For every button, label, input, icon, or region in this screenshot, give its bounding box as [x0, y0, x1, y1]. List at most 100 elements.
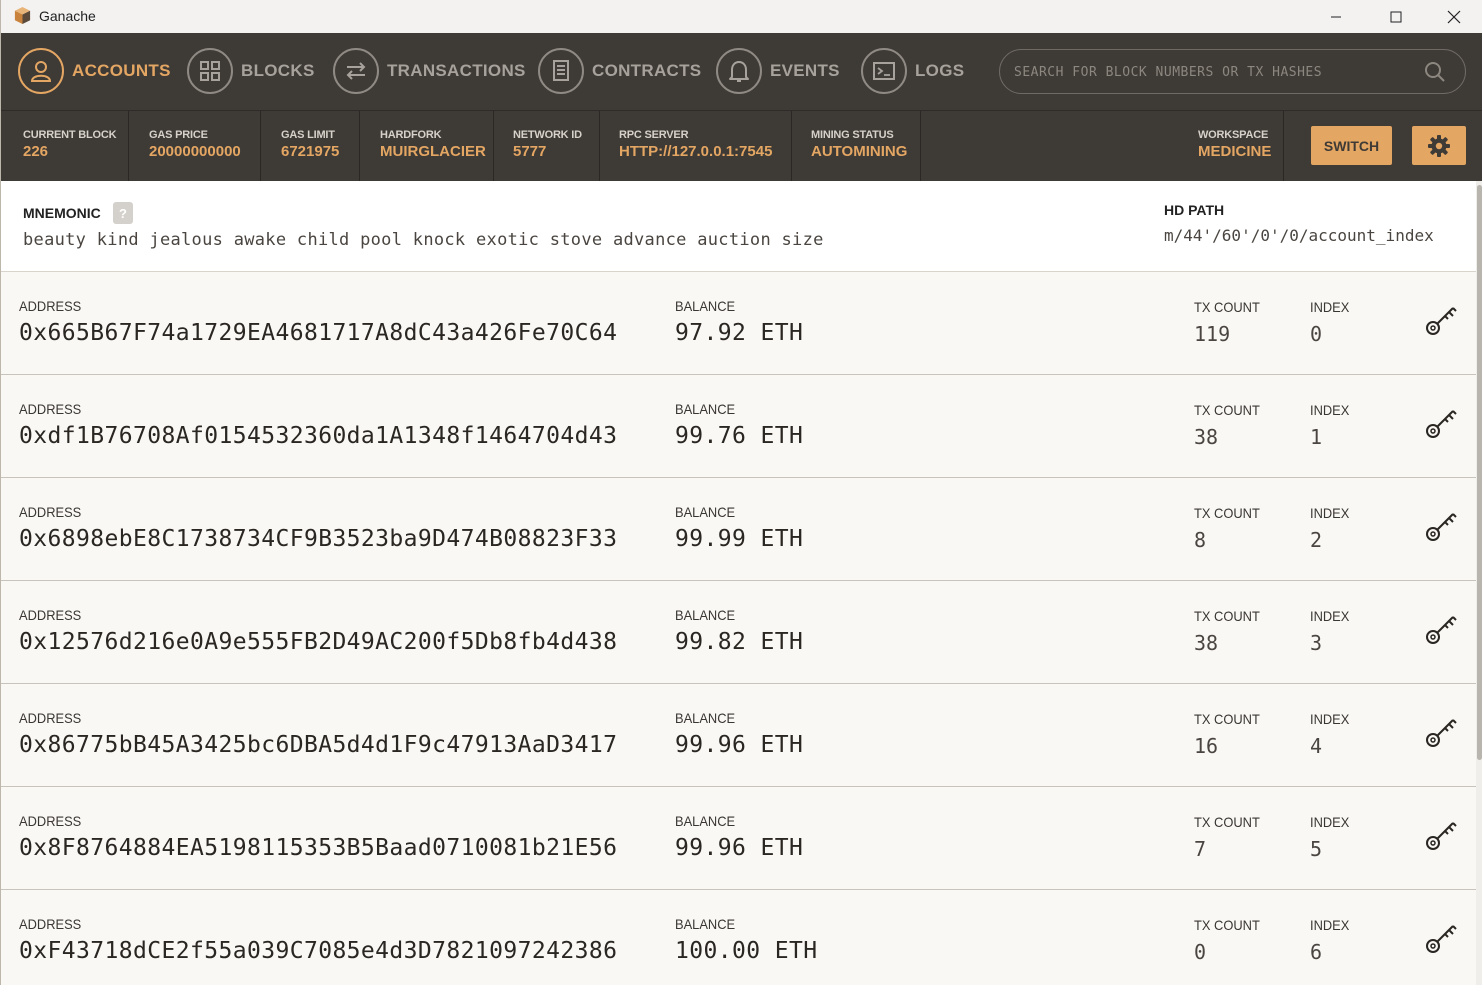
nav-blocks-label: BLOCKS	[241, 61, 315, 80]
index-label: INDEX	[1310, 711, 1350, 727]
nav-transactions-label: TRANSACTIONS	[387, 61, 526, 80]
balance-label: BALANCE	[675, 710, 736, 726]
stat-value: MEDICINE	[1198, 143, 1272, 160]
key-icon[interactable]	[1423, 509, 1459, 545]
stat-label: HARDFORK	[380, 129, 442, 141]
scrollbar-thumb[interactable]	[1477, 185, 1482, 760]
tx-count-label: TX COUNT	[1194, 505, 1260, 521]
key-icon[interactable]	[1423, 921, 1459, 957]
minimize-icon	[1331, 16, 1341, 17]
account-balance: 97.92 ETH	[675, 320, 804, 346]
help-icon[interactable]: ?	[113, 202, 133, 224]
address-label: ADDRESS	[19, 916, 82, 932]
mnemonic-words: beauty kind jealous awake child pool kno…	[23, 230, 824, 250]
account-row[interactable]: ADDRESS 0xF43718dCE2f55a039C7085e4d3D782…	[1, 890, 1476, 985]
tx-count-label: TX COUNT	[1194, 299, 1260, 315]
nav-contracts-label: CONTRACTS	[592, 61, 702, 80]
account-address: 0xdf1B76708Af0154532360da1A1348f1464704d…	[19, 423, 618, 449]
ganache-logo-icon	[14, 6, 31, 25]
stat-value: AUTOMINING	[811, 143, 908, 160]
account-balance: 99.96 ETH	[675, 732, 804, 758]
stat-value: 20000000000	[149, 143, 241, 160]
account-address: 0x86775bB45A3425bc6DBA5d4d1F9c47913AaD34…	[19, 732, 618, 758]
address-label: ADDRESS	[19, 813, 82, 829]
account-row[interactable]: ADDRESS 0x86775bB45A3425bc6DBA5d4d1F9c47…	[1, 684, 1476, 787]
account-row[interactable]: ADDRESS 0xdf1B76708Af0154532360da1A1348f…	[1, 375, 1476, 478]
tx-count-label: TX COUNT	[1194, 711, 1260, 727]
nav-events[interactable]: EVENTS	[716, 48, 840, 94]
stat-gas-price: GAS PRICE 20000000000	[129, 111, 261, 182]
key-icon[interactable]	[1423, 818, 1459, 854]
account-address: 0x665B67F74a1729EA4681717A8dC43a426Fe70C…	[19, 320, 618, 346]
account-tx-count: 8	[1194, 528, 1207, 552]
tx-count-label: TX COUNT	[1194, 608, 1260, 624]
balance-label: BALANCE	[675, 607, 736, 623]
address-label: ADDRESS	[19, 607, 82, 623]
stat-network-id: NETWORK ID 5777	[494, 111, 600, 182]
stat-workspace: WORKSPACE MEDICINE	[1177, 111, 1284, 182]
address-label: ADDRESS	[19, 710, 82, 726]
account-address: 0x6898ebE8C1738734CF9B3523ba9D474B08823F…	[19, 526, 618, 552]
swap-arrows-icon	[346, 62, 366, 80]
status-bar: CURRENT BLOCK 226 GAS PRICE 20000000000 …	[1, 110, 1482, 182]
index-label: INDEX	[1310, 608, 1350, 624]
nav-accounts[interactable]: ACCOUNTS	[18, 48, 171, 94]
account-index: 0	[1310, 322, 1323, 346]
close-icon	[1447, 10, 1461, 23]
settings-button[interactable]	[1412, 126, 1466, 165]
tx-count-label: TX COUNT	[1194, 402, 1260, 418]
stat-value: HTTP://127.0.0.1:7545	[619, 143, 773, 160]
key-icon[interactable]	[1423, 612, 1459, 648]
maximize-button[interactable]	[1367, 0, 1425, 33]
stat-label: WORKSPACE	[1198, 129, 1269, 141]
nav-contracts[interactable]: CONTRACTS	[538, 48, 701, 94]
account-tx-count: 38	[1194, 631, 1219, 655]
nav-events-label: EVENTS	[770, 61, 840, 80]
index-label: INDEX	[1310, 917, 1350, 933]
key-icon[interactable]	[1423, 303, 1459, 339]
mnemonic-label: MNEMONIC	[23, 205, 101, 221]
nav-logs-label: LOGS	[915, 61, 965, 80]
account-balance: 100.00 ETH	[675, 938, 818, 964]
minimize-button[interactable]	[1307, 0, 1365, 33]
switch-workspace-button[interactable]: SWITCH	[1311, 126, 1392, 165]
hd-path-value: m/44'/60'/0'/0/account_index	[1164, 226, 1434, 245]
stat-label: GAS LIMIT	[281, 129, 335, 141]
hd-path-label: HD PATH	[1164, 202, 1225, 218]
tx-count-label: TX COUNT	[1194, 917, 1260, 933]
account-tx-count: 38	[1194, 425, 1219, 449]
account-row[interactable]: ADDRESS 0x12576d216e0A9e555FB2D49AC200f5…	[1, 581, 1476, 684]
balance-label: BALANCE	[675, 813, 736, 829]
account-balance: 99.76 ETH	[675, 423, 804, 449]
account-tx-count: 16	[1194, 734, 1219, 758]
scrollbar[interactable]	[1476, 181, 1482, 985]
search-input[interactable]	[1014, 61, 1414, 83]
stat-rpc-server: RPC SERVER HTTP://127.0.0.1:7545	[600, 111, 792, 182]
nav-logs[interactable]: LOGS	[861, 48, 964, 94]
account-row[interactable]: ADDRESS 0x8F8764884EA5198115353B5Baad071…	[1, 787, 1476, 890]
stat-label: CURRENT BLOCK	[23, 129, 117, 141]
grid-icon	[200, 61, 220, 81]
search-icon[interactable]	[1424, 61, 1446, 83]
stat-label: NETWORK ID	[513, 129, 582, 141]
account-row[interactable]: ADDRESS 0x665B67F74a1729EA4681717A8dC43a…	[1, 272, 1476, 375]
main-nav: ACCOUNTS BLOCKS TRANSACTIONS CONTRACTS E…	[1, 33, 1482, 110]
search-box	[999, 49, 1466, 94]
key-icon[interactable]	[1423, 715, 1459, 751]
stat-value: MUIRGLACIER	[380, 143, 486, 160]
account-address: 0x12576d216e0A9e555FB2D49AC200f5Db8fb4d4…	[19, 629, 618, 655]
key-icon[interactable]	[1423, 406, 1459, 442]
title-bar: Ganache	[1, 0, 1482, 33]
nav-transactions[interactable]: TRANSACTIONS	[333, 48, 526, 94]
maximize-icon	[1390, 11, 1402, 22]
user-icon	[30, 61, 52, 82]
accounts-list: ADDRESS 0x665B67F74a1729EA4681717A8dC43a…	[1, 272, 1476, 985]
nav-blocks[interactable]: BLOCKS	[187, 48, 315, 94]
address-label: ADDRESS	[19, 401, 82, 417]
balance-label: BALANCE	[675, 298, 736, 314]
account-row[interactable]: ADDRESS 0x6898ebE8C1738734CF9B3523ba9D47…	[1, 478, 1476, 581]
index-label: INDEX	[1310, 505, 1350, 521]
account-index: 6	[1310, 940, 1323, 964]
close-button[interactable]	[1425, 0, 1482, 33]
stat-label: GAS PRICE	[149, 129, 208, 141]
